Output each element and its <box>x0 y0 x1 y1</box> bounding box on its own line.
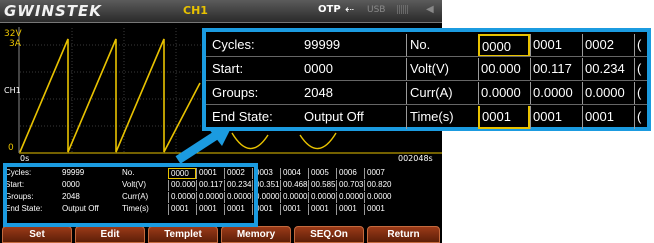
table-row: Groups: 2048 Curr(A) 0.0000 0.0000 0.000… <box>206 82 654 105</box>
table-cell[interactable]: 0001 <box>478 106 530 129</box>
current-max-label: 3A <box>9 39 21 49</box>
set-button[interactable]: Set <box>2 226 72 243</box>
return-button[interactable]: Return <box>367 226 440 243</box>
table-cell[interactable]: 0001 <box>530 34 582 57</box>
table-row: Cycles: 99999 No. 0000 0001 0002 ( <box>206 34 654 57</box>
table-cell[interactable]: 0001 <box>336 204 364 215</box>
table-cell[interactable]: 0001 <box>530 106 582 129</box>
table-cell[interactable]: 0004 <box>280 168 308 179</box>
table-cell[interactable]: 0.0000 <box>280 192 308 203</box>
lan-icon: |||||| <box>396 5 409 15</box>
groups-label: Groups: <box>212 85 259 100</box>
waveform-trace <box>19 38 201 153</box>
table-cell[interactable]: 0.0000 <box>308 192 336 203</box>
channel-title: CH1 <box>183 4 208 17</box>
table-cell[interactable]: 00.117 <box>530 58 582 81</box>
table-cell[interactable]: 00.468 <box>280 180 308 191</box>
end-state-label: End State: <box>212 109 273 124</box>
table-cell[interactable]: 0001 <box>582 106 634 129</box>
no-header: No. <box>406 34 478 57</box>
table-cell[interactable]: 0001 <box>308 204 336 215</box>
curr-header: Curr(A) <box>406 82 478 105</box>
usb-indicator: USB <box>367 5 386 15</box>
table-cell[interactable]: 00.820 <box>364 180 392 191</box>
volt-header: Volt(V) <box>406 58 478 81</box>
table-cell[interactable]: 0.0000 <box>582 82 634 105</box>
start-label: Start: <box>212 61 244 76</box>
table-cell[interactable]: 00.585 <box>308 180 336 191</box>
table-row: Start: 0000 Volt(V) 00.000 00.117 00.234… <box>206 58 654 81</box>
edit-button[interactable]: Edit <box>75 226 145 243</box>
table-cell[interactable]: 0.0000 <box>530 82 582 105</box>
templet-button[interactable]: Templet <box>148 226 218 243</box>
cycles-value: 99999 <box>304 37 341 52</box>
groups-value: 2048 <box>304 85 333 100</box>
table-cell[interactable]: 0.0000 <box>336 192 364 203</box>
usb-arrow-icon: ⇠ <box>345 3 355 16</box>
table-cell[interactable]: 0007 <box>364 168 392 179</box>
speaker-icon: ◀ <box>426 4 434 15</box>
table-cell[interactable]: 0005 <box>308 168 336 179</box>
table-cell[interactable]: 0000 <box>478 34 530 57</box>
voltage-max-label: 32V <box>4 29 22 39</box>
zoom-callout: Cycles: 99999 No. 0000 0001 0002 ( Start… <box>202 28 651 131</box>
table-cell[interactable]: 0001 <box>280 204 308 215</box>
highlight-box <box>3 163 258 227</box>
brand-logo: GWINSTEK <box>4 2 102 20</box>
table-cell[interactable]: 00.703 <box>336 180 364 191</box>
end-state-value: Output Off <box>304 109 364 124</box>
status-bar: GWINSTEK CH1 OTP ⇠ USB |||||| ◀ <box>0 0 442 23</box>
zero-label: 0 <box>8 143 14 153</box>
time-header: Time(s) <box>406 106 478 129</box>
table-cell[interactable]: ( <box>634 106 651 129</box>
table-cell[interactable]: 00.234 <box>582 58 634 81</box>
otp-indicator: OTP <box>318 4 341 15</box>
channel-tag: CH1 <box>4 86 21 95</box>
table-cell[interactable]: ( <box>634 34 651 57</box>
memory-button[interactable]: Memory <box>221 226 291 243</box>
time-start-label: 0s <box>20 154 30 163</box>
table-cell[interactable]: 0.0000 <box>364 192 392 203</box>
table-cell[interactable]: ( <box>634 82 651 105</box>
table-cell[interactable]: 0006 <box>336 168 364 179</box>
softkey-bar: Set Edit Templet Memory SEQ.On Return <box>0 226 442 243</box>
seq-on-button[interactable]: SEQ.On <box>294 226 364 243</box>
table-cell[interactable]: 0002 <box>582 34 634 57</box>
cycles-label: Cycles: <box>212 37 255 52</box>
table-cell[interactable]: 0.0000 <box>478 82 530 105</box>
time-end-label: 002048s <box>398 154 433 163</box>
table-cell[interactable]: 0001 <box>364 204 392 215</box>
table-cell[interactable]: 00.000 <box>478 58 530 81</box>
table-row: End State: Output Off Time(s) 0001 0001 … <box>206 106 654 129</box>
table-cell[interactable]: ( <box>634 58 651 81</box>
start-value: 0000 <box>304 61 333 76</box>
